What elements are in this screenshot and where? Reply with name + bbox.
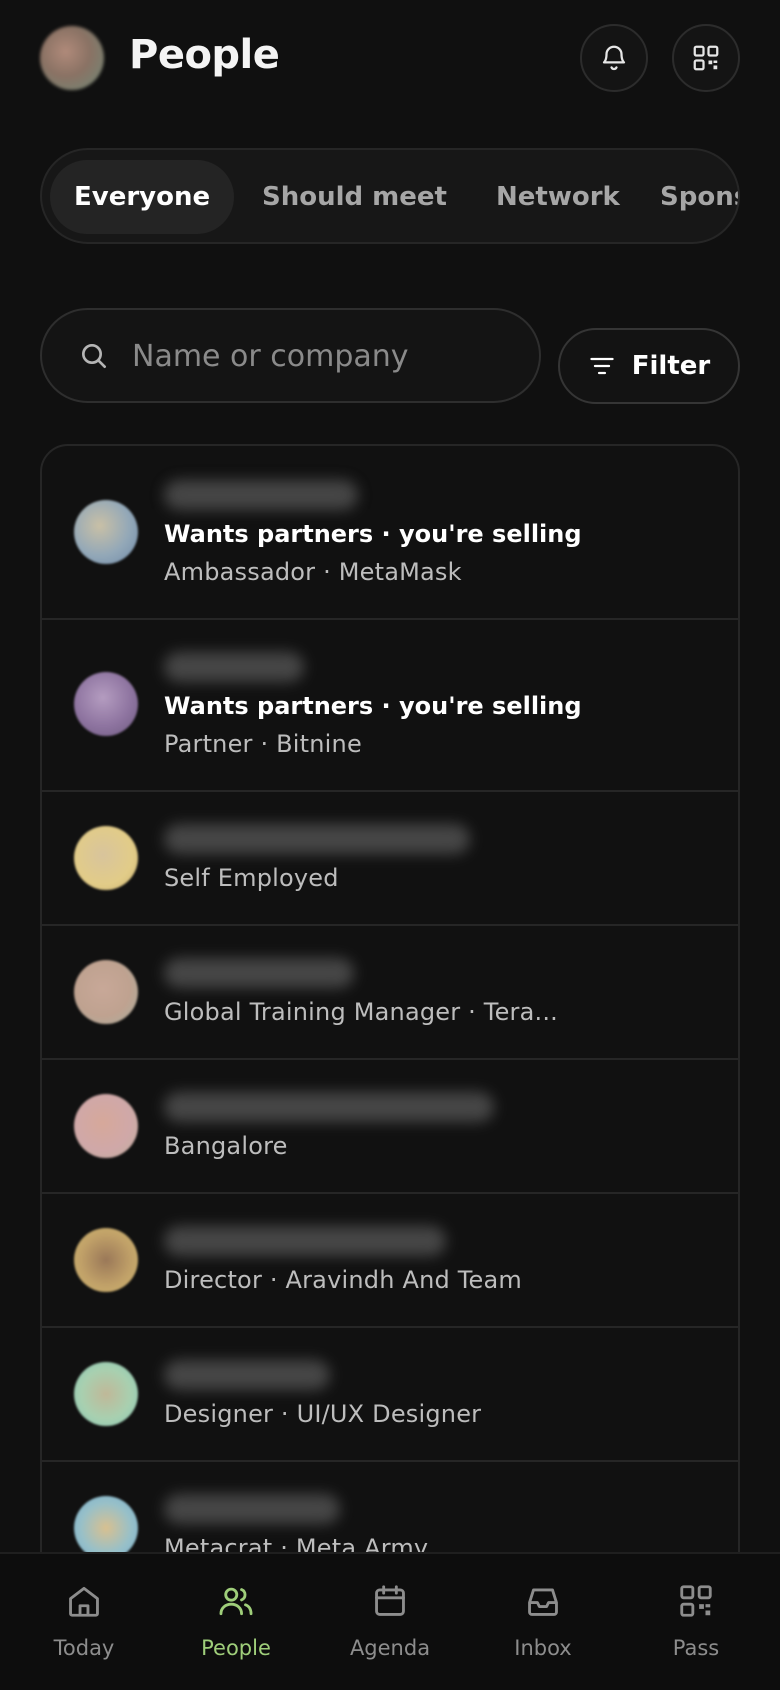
nav-label: People [201, 1636, 271, 1660]
qr-code-button[interactable] [672, 24, 740, 92]
nav-label: Pass [672, 1636, 720, 1660]
person-name [164, 1494, 340, 1524]
bell-icon [602, 45, 626, 71]
list-item[interactable]: Wants partners · you're selling Partner … [42, 620, 738, 792]
person-detail: Partner · Bitnine [164, 730, 362, 758]
person-name [164, 824, 470, 854]
nav-people[interactable]: People [166, 1580, 306, 1660]
list-item[interactable]: Director · Aravindh And Team [42, 1194, 738, 1328]
person-detail: Ambassador · MetaMask [164, 558, 462, 586]
nav-inbox[interactable]: Inbox [473, 1580, 613, 1660]
people-tabs: Everyone Should meet Network Sponsors [40, 148, 740, 244]
nav-pass[interactable]: Pass [626, 1580, 766, 1660]
avatar [74, 1362, 138, 1426]
nav-today[interactable]: Today [14, 1580, 154, 1660]
person-name [164, 1360, 330, 1390]
nav-agenda[interactable]: Agenda [320, 1580, 460, 1660]
person-detail: Global Training Manager · Tera... [164, 998, 559, 1026]
search-icon [82, 344, 106, 368]
person-detail: Bangalore [164, 1132, 288, 1160]
person-intent: Wants partners · you're selling [164, 520, 582, 548]
nav-label: Agenda [349, 1636, 431, 1660]
list-item[interactable]: Global Training Manager · Tera... [42, 926, 738, 1060]
person-detail: Self Employed [164, 864, 339, 892]
profile-avatar[interactable] [40, 26, 104, 90]
person-name [164, 958, 354, 988]
list-item[interactable]: Designer · UI/UX Designer [42, 1328, 738, 1462]
avatar [74, 1228, 138, 1292]
person-name [164, 1226, 446, 1256]
person-name [164, 1092, 494, 1122]
people-icon [219, 1587, 253, 1616]
home-icon [69, 1586, 99, 1617]
tab-sponsors[interactable]: Sponsors [640, 160, 738, 234]
bottom-nav: Today People Agenda Inbox Pass [0, 1552, 780, 1690]
people-list: Wants partners · you're selling Ambassad… [40, 444, 740, 1690]
inbox-icon [528, 1588, 558, 1616]
qr-code-icon [693, 45, 719, 71]
tab-everyone[interactable]: Everyone [50, 160, 235, 234]
avatar [74, 960, 138, 1024]
person-name [164, 480, 358, 510]
avatar [74, 826, 138, 890]
tab-should-meet[interactable]: Should meet [242, 160, 467, 234]
filter-button[interactable]: Filter [558, 328, 740, 404]
avatar [74, 672, 138, 736]
person-name [164, 652, 304, 682]
nav-label: Inbox [514, 1636, 572, 1660]
filter-label: Filter [631, 351, 711, 381]
list-item[interactable]: Wants partners · you're selling Ambassad… [42, 446, 738, 620]
header: People [0, 0, 780, 120]
search-box [40, 308, 541, 403]
people-screen: People Everyone Should meet Network Spon… [0, 0, 780, 1690]
person-intent: Wants partners · you're selling [164, 692, 582, 720]
list-item[interactable]: Self Employed [42, 792, 738, 926]
page-title: People [129, 32, 280, 78]
qr-code-icon [680, 1585, 712, 1617]
person-detail: Director · Aravindh And Team [164, 1266, 522, 1294]
avatar [74, 1094, 138, 1158]
avatar [74, 500, 138, 564]
filter-icon [590, 357, 614, 375]
list-item[interactable]: Bangalore [42, 1060, 738, 1194]
tab-network[interactable]: Network [476, 160, 640, 234]
person-detail: Designer · UI/UX Designer [164, 1400, 482, 1428]
search-input[interactable] [132, 328, 512, 384]
calendar-icon [375, 1585, 405, 1616]
notifications-button[interactable] [580, 24, 648, 92]
nav-label: Today [53, 1636, 115, 1660]
avatar [74, 1496, 138, 1560]
